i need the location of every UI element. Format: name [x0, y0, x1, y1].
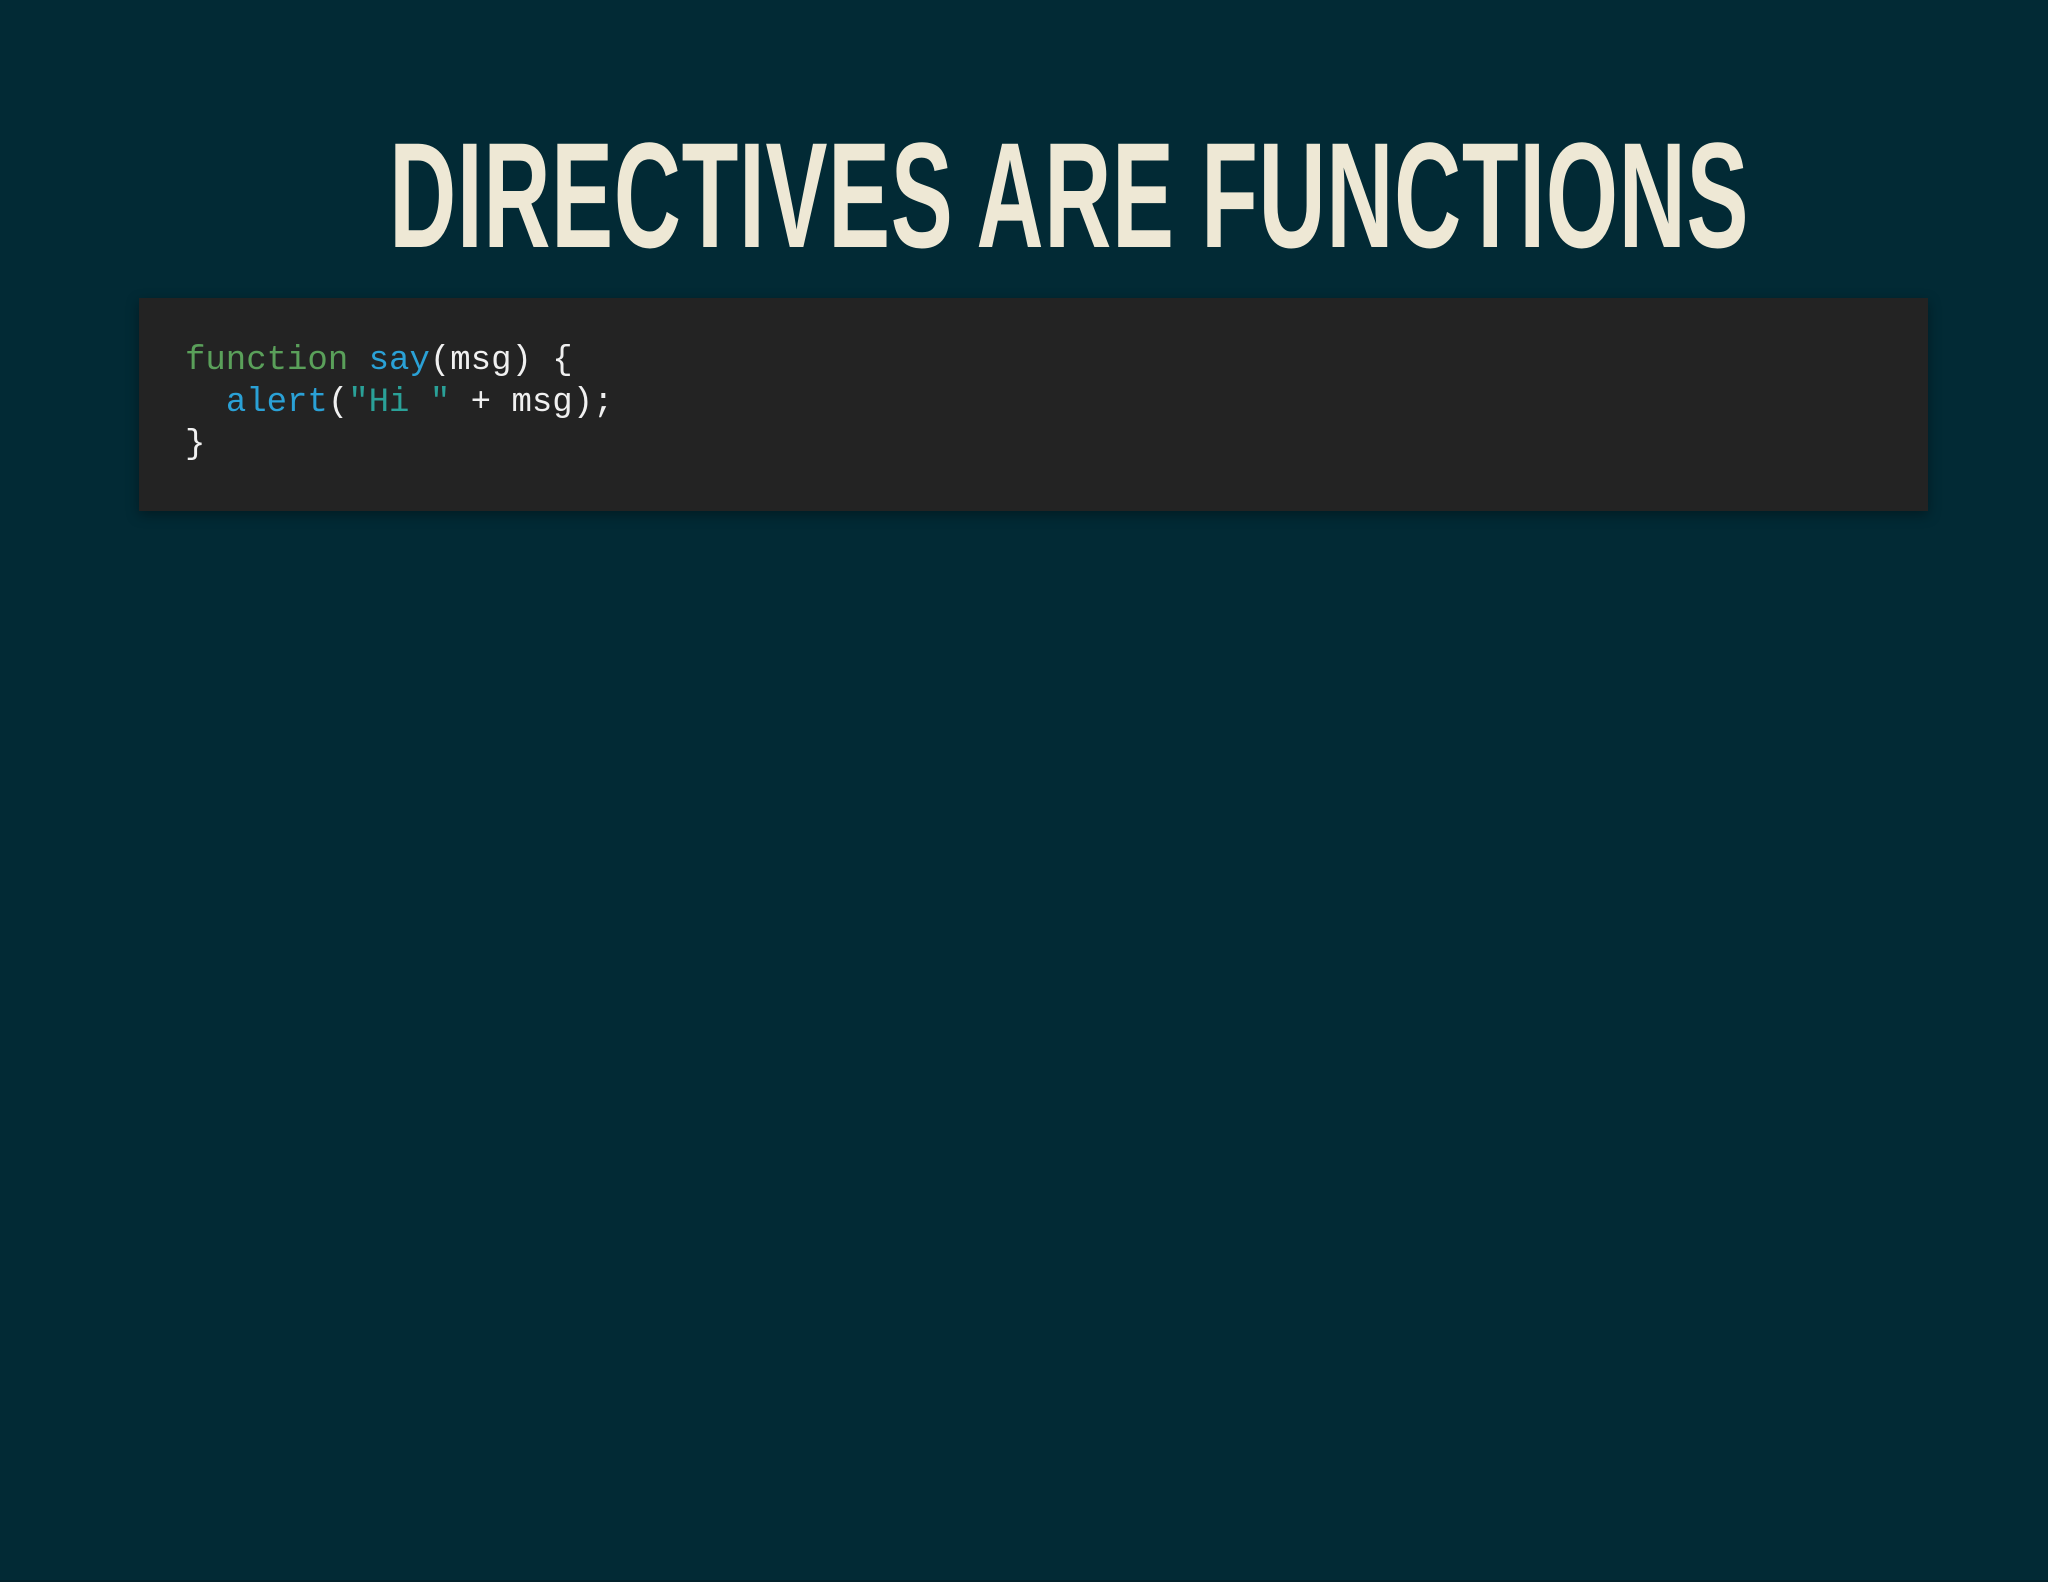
code-params: (msg) { [429, 342, 573, 380]
slide: DIRECTIVES ARE FUNCTIONS function say(ms… [0, 0, 2048, 1582]
code-expression-rest: + msg); [450, 384, 614, 422]
code-function-call: alert [225, 384, 328, 422]
code-function-name: say [368, 342, 430, 380]
code-open-paren: ( [327, 384, 349, 422]
code-line-1: function say(msg) { [185, 340, 1882, 382]
code-block: function say(msg) { alert("Hi " + msg); … [139, 298, 1928, 511]
code-keyword-function: function [185, 342, 349, 380]
code-line-3: } [185, 424, 1882, 466]
slide-title: DIRECTIVES ARE FUNCTIONS [389, 111, 1750, 279]
code-line-2: alert("Hi " + msg); [185, 382, 1882, 424]
code-closing-brace: } [185, 426, 206, 464]
code-string-literal: "Hi " [348, 384, 451, 422]
